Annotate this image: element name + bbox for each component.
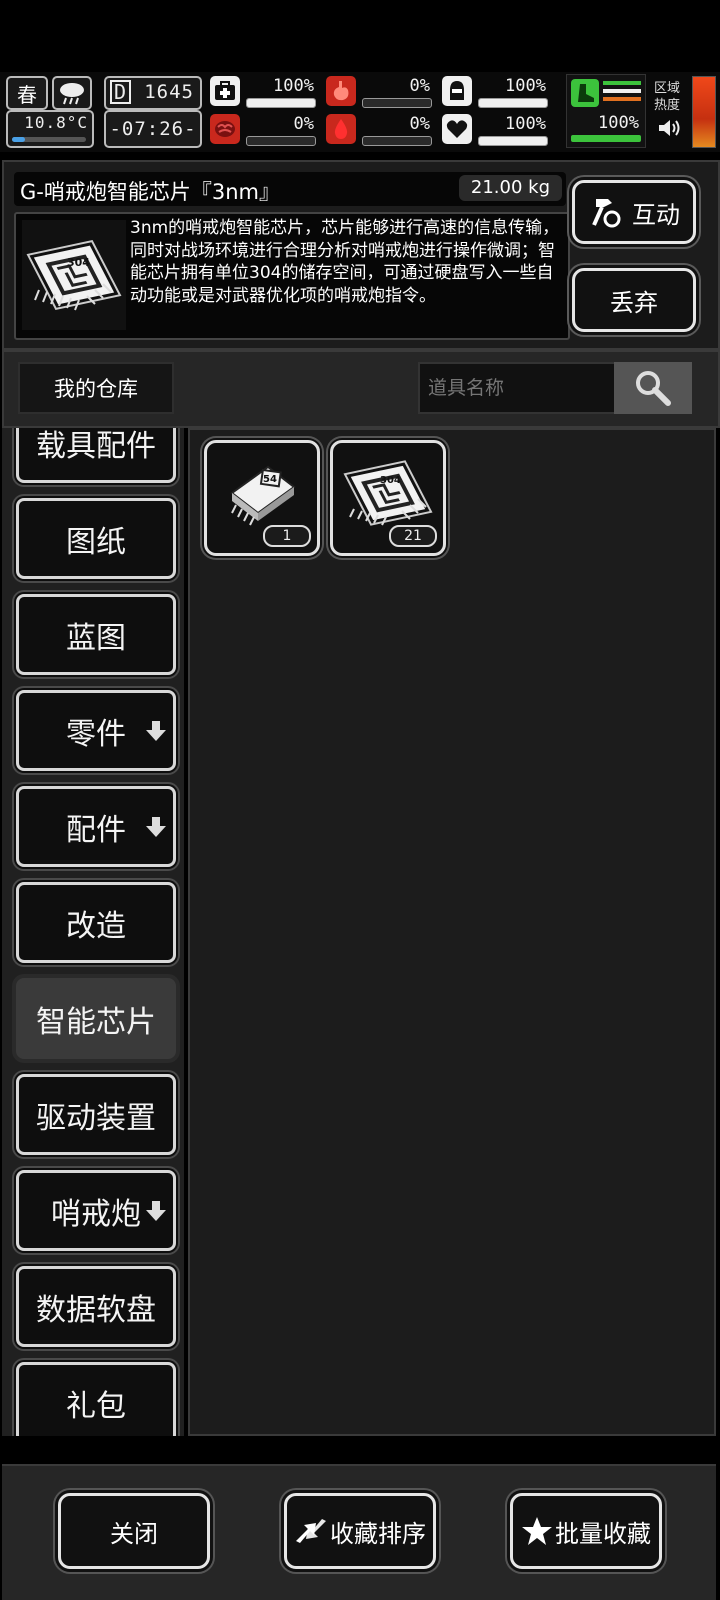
health-bar xyxy=(246,98,316,108)
day-counter: 1645 xyxy=(144,81,194,103)
arrow-down-icon xyxy=(146,817,166,837)
heart-icon xyxy=(442,114,472,144)
brain-icon xyxy=(210,114,240,144)
clock-box: -07:26- xyxy=(104,110,202,148)
rain-icon xyxy=(52,76,92,110)
star-icon xyxy=(522,1517,552,1545)
category-drive-units[interactable]: 驱动装置 xyxy=(16,1074,176,1155)
item-detail-panel: G-哨戒炮智能芯片『3nm』 21.00 kg 304 3nm的哨戒炮智能芯片，… xyxy=(2,160,720,350)
hunger-pct: 0% xyxy=(409,76,430,96)
category-sentry-guns[interactable]: 哨戒炮 xyxy=(16,1170,176,1251)
status-bar: 春 10.8°C D 1645 -07:26- 100% 0% 0% 0% 10… xyxy=(0,72,720,152)
storage-title-tab[interactable]: 我的仓库 xyxy=(18,362,174,414)
stomach-icon xyxy=(326,76,356,106)
item-count: 21 xyxy=(389,525,437,547)
category-sidebar[interactable]: 载具配件 图纸 蓝图 零件 配件 改造 智能芯片 驱动装置 哨戒炮 数据软盘 礼… xyxy=(2,428,184,1436)
search-input[interactable] xyxy=(418,362,624,414)
close-button[interactable]: 关闭 xyxy=(58,1493,210,1569)
boot-icon xyxy=(571,79,599,107)
category-label: 零件 xyxy=(66,716,126,752)
category-modification[interactable]: 改造 xyxy=(16,882,176,963)
batch-favorite-label: 批量收藏 xyxy=(555,1519,651,1548)
bleed-bar xyxy=(362,136,432,146)
sanity-bar xyxy=(246,136,316,146)
temperature-label: 10.8°C xyxy=(24,113,88,132)
medkit-icon xyxy=(210,76,240,106)
stamina-bar xyxy=(571,135,641,142)
helmet-icon xyxy=(442,76,472,106)
blood-drop-icon xyxy=(326,114,356,144)
season-label: 春 xyxy=(17,82,37,107)
zone-heat-gauge xyxy=(692,76,716,148)
item-slot-chip-54[interactable]: 54 1 xyxy=(204,440,320,556)
category-label: 改造 xyxy=(66,908,126,944)
mood-bar xyxy=(478,136,548,146)
category-label: 图纸 xyxy=(66,524,126,560)
storage-title: 我的仓库 xyxy=(54,377,138,401)
category-parts[interactable]: 零件 xyxy=(16,690,176,771)
temperature-box: 10.8°C xyxy=(6,110,94,148)
item-name: G-哨戒炮智能芯片『3nm』 xyxy=(20,180,280,204)
interact-button[interactable]: 互动 xyxy=(572,180,696,244)
category-data-disks[interactable]: 数据软盘 xyxy=(16,1266,176,1347)
category-smart-chips[interactable]: 智能芯片 xyxy=(16,978,176,1059)
bleed-pct: 0% xyxy=(409,114,430,134)
hunger-bar xyxy=(362,98,432,108)
temperature-gauge xyxy=(12,137,86,142)
batch-favorite-button[interactable]: 批量收藏 xyxy=(510,1493,662,1569)
season-badge: 春 xyxy=(6,76,48,110)
chip-number: 304 xyxy=(380,475,401,486)
search-icon xyxy=(636,371,671,406)
item-title-bar: G-哨戒炮智能芯片『3nm』 21.00 kg xyxy=(14,172,566,206)
item-count: 1 xyxy=(263,525,311,547)
interact-label: 互动 xyxy=(632,200,680,229)
category-label: 哨戒炮 xyxy=(51,1196,141,1232)
arrow-down-icon xyxy=(146,1201,166,1221)
sanity-pct: 0% xyxy=(293,114,314,134)
category-label: 配件 xyxy=(66,812,126,848)
item-weight: 21.00 kg xyxy=(458,175,562,201)
category-label: 礼包 xyxy=(66,1388,126,1424)
search-box xyxy=(418,362,692,414)
stamina-pct: 100% xyxy=(598,113,639,133)
category-vehicle-parts[interactable]: 载具配件 xyxy=(16,428,176,483)
favorite-sort-label: 收藏排序 xyxy=(330,1519,426,1548)
swap-arrows-icon xyxy=(296,1519,326,1543)
chip-number: 54 xyxy=(263,474,277,485)
favorite-sort-button[interactable]: 收藏排序 xyxy=(284,1493,436,1569)
zone-heat-label: 区域热度 xyxy=(654,81,681,113)
category-label: 智能芯片 xyxy=(36,1004,156,1040)
category-label: 驱动装置 xyxy=(36,1100,156,1136)
item-grid xyxy=(188,428,716,1436)
category-label: 数据软盘 xyxy=(36,1292,156,1328)
stamina-lines xyxy=(603,81,641,101)
armor-bar xyxy=(478,98,548,108)
mood-pct: 100% xyxy=(505,114,546,134)
category-accessories[interactable]: 配件 xyxy=(16,786,176,867)
day-counter-box: D 1645 xyxy=(104,76,202,110)
speaker-icon[interactable] xyxy=(658,118,682,142)
close-label: 关闭 xyxy=(110,1519,158,1548)
search-button[interactable] xyxy=(614,362,692,414)
category-drawings[interactable]: 图纸 xyxy=(16,498,176,579)
discard-button[interactable]: 丢弃 xyxy=(572,268,696,332)
item-desc-box: 304 3nm的哨戒炮智能芯片，芯片能够进行高速的信息传输，同时对战场环境进行合… xyxy=(14,212,570,340)
category-gift-packs[interactable]: 礼包 xyxy=(16,1362,176,1436)
category-label: 载具配件 xyxy=(36,428,156,464)
stamina-box: 100% xyxy=(566,74,646,148)
item-description: 3nm的哨戒炮智能芯片，芯片能够进行高速的信息传输，同时对战场环境进行合理分析对… xyxy=(130,218,560,306)
storage-header: 我的仓库 xyxy=(2,350,720,428)
hammer-icon xyxy=(592,199,621,228)
discard-label: 丢弃 xyxy=(610,288,658,317)
health-pct: 100% xyxy=(273,76,314,96)
clock: -07:26- xyxy=(109,118,197,140)
armor-pct: 100% xyxy=(505,76,546,96)
day-icon: D xyxy=(110,80,132,104)
item-slot-chip-304[interactable]: 304 21 xyxy=(330,440,446,556)
arrow-down-icon xyxy=(146,721,166,741)
item-chip-number: 304 xyxy=(67,256,90,269)
category-label: 蓝图 xyxy=(66,620,126,656)
item-chip-icon: 304 xyxy=(22,220,126,330)
category-blueprints[interactable]: 蓝图 xyxy=(16,594,176,675)
